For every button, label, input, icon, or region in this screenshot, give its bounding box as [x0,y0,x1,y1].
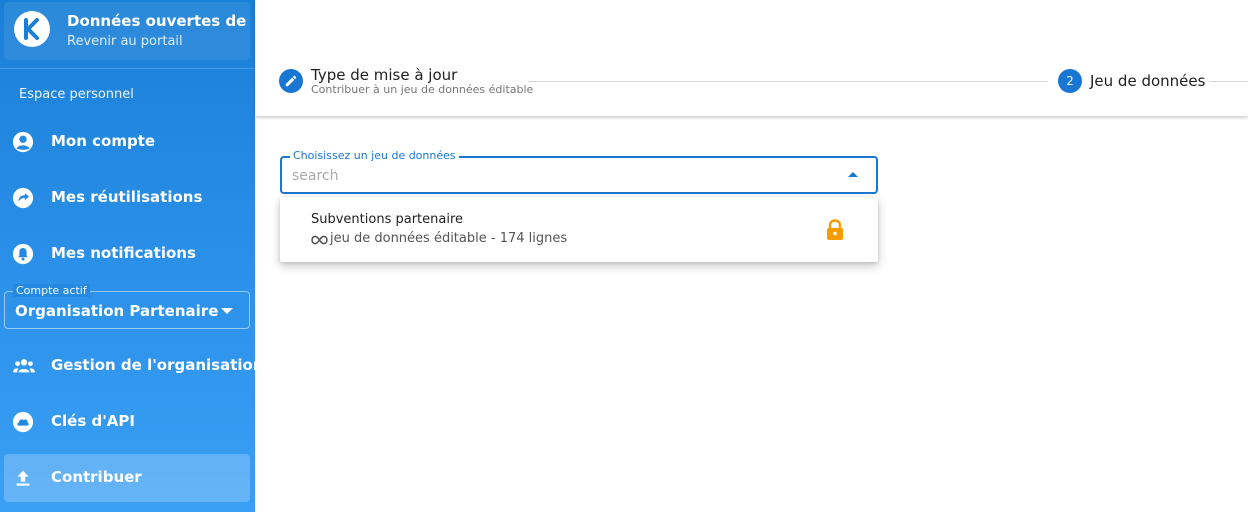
step-connector [1209,81,1248,82]
stepper: Type de mise à jour Contribuer à un jeu … [255,0,1248,116]
list-item-subtitle: jeu de données éditable - 174 lignes [311,231,567,246]
account-circle-icon [12,131,34,153]
chevron-down-icon [221,308,233,314]
step2-number: 2 [1058,69,1082,93]
sidebar-item-label: Mes notifications [51,244,196,262]
cloud-icon [12,411,34,433]
bell-icon [12,243,34,265]
pencil-icon[interactable] [279,69,303,93]
infinity-icon [311,234,328,244]
sidebar-item-mes-notifications[interactable]: Mes notifications [4,230,250,278]
dataset-select[interactable]: Choisissez un jeu de données [280,149,878,194]
section-label: Espace personnel [19,87,134,102]
sidebar-item-mon-compte[interactable]: Mon compte [4,118,250,166]
upload-icon [12,467,34,489]
sidebar-item-label: Mon compte [51,132,156,150]
search-input[interactable] [292,165,832,187]
sidebar-item-label: Contribuer [51,468,142,486]
app: Données ouvertes de r... Revenir au port… [0,0,1248,512]
list-item-title: Subventions partenaire [311,212,464,227]
sidebar-item-contribuer[interactable]: Contribuer [4,454,250,502]
dataset-dropdown-menu: Subventions partenaire jeu de données éd… [280,197,878,262]
sidebar: Données ouvertes de r... Revenir au port… [0,0,264,512]
account-value: Organisation Partenaire [15,302,219,320]
portal-subtitle: Revenir au portail [67,34,183,49]
sidebar-item-label: Clés d'API [51,412,135,430]
step1-title[interactable]: Type de mise à jour [311,66,457,84]
sidebar-item-label: Mes réutilisations [51,188,203,206]
sidebar-divider [0,68,255,69]
list-item-subtitle-text: jeu de données éditable - 174 lignes [330,231,568,246]
dataset-select-label: Choisissez un jeu de données [290,149,459,162]
active-account-select[interactable]: Compte actif Organisation Partenaire [4,284,250,329]
group-icon [12,355,35,377]
sidebar-item-label: Gestion de l'organisation [51,356,264,374]
lock-icon [825,219,845,241]
step1-subtitle: Contribuer à un jeu de données éditable [311,83,534,96]
step-connector [528,81,1048,82]
portal-title: Données ouvertes de r... [67,12,252,30]
chevron-up-icon[interactable] [848,172,858,177]
k-logo-icon [14,11,50,47]
sidebar-item-cles-api[interactable]: Clés d'API [4,398,250,446]
sidebar-item-mes-reutilisations[interactable]: Mes réutilisations [4,174,250,222]
share-arrow-icon [12,187,34,209]
portal-link[interactable]: Données ouvertes de r... Revenir au port… [4,2,252,60]
step2-title: Jeu de données [1090,72,1206,90]
sidebar-item-gestion-organisation[interactable]: Gestion de l'organisation [4,342,264,390]
account-legend: Compte actif [13,284,90,297]
list-item[interactable]: Subventions partenaire jeu de données éd… [280,197,878,262]
